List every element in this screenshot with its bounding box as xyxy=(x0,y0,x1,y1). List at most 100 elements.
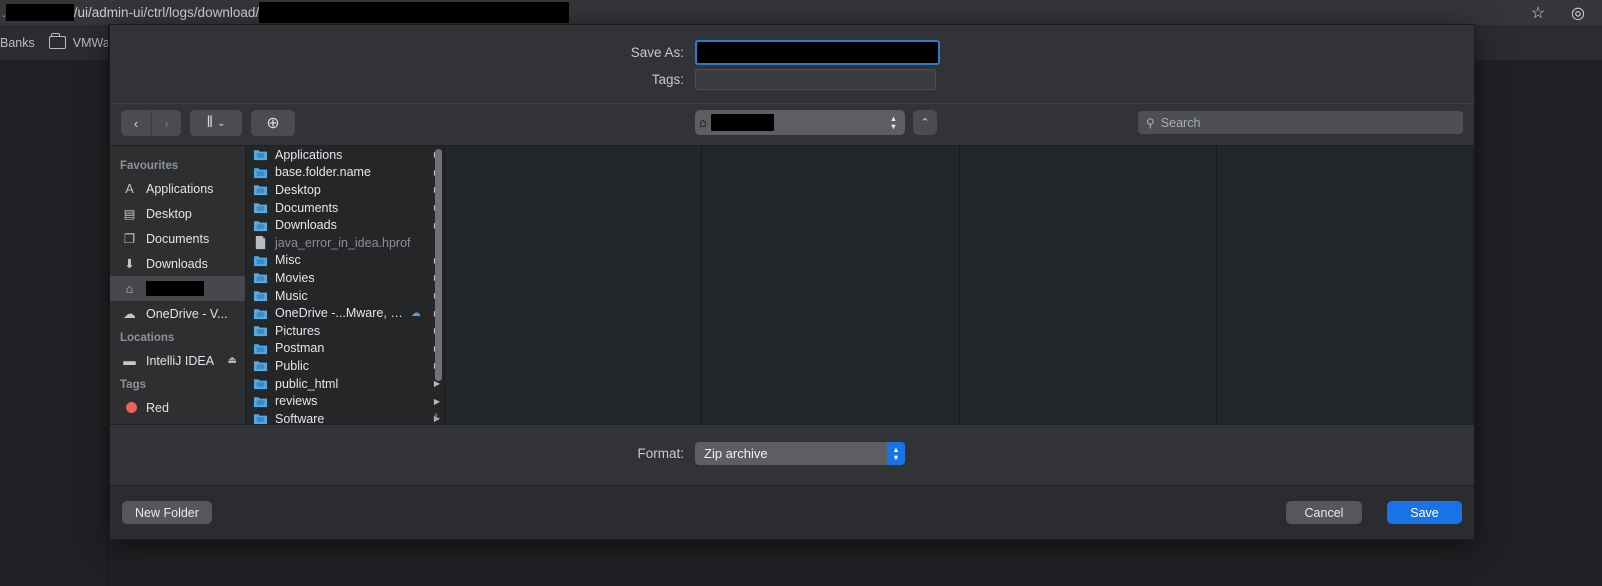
save-button[interactable]: Save xyxy=(1387,501,1462,524)
disclosure-arrow-icon[interactable]: ▶ xyxy=(434,397,440,406)
home-icon: ⌂ xyxy=(699,115,707,130)
profile-target-icon[interactable]: ◎ xyxy=(1568,3,1588,23)
sidebar-item-label: Red xyxy=(146,400,169,415)
file-list-item[interactable]: Documents▶ xyxy=(246,199,444,217)
bookmark-label: Banks xyxy=(0,35,35,50)
sidebar-item-desktop[interactable]: ▤ Desktop xyxy=(110,201,245,226)
music-folder-icon xyxy=(253,291,268,302)
file-name: reviews xyxy=(275,394,318,409)
file-list-item[interactable]: Movies▶ xyxy=(246,269,444,287)
chevron-down-icon: ⌄ xyxy=(217,117,226,129)
downloads-icon: ⬇ xyxy=(124,257,135,271)
sidebar-item-applications[interactable]: A Applications xyxy=(110,176,245,201)
save-file-dialog: Save As: Tags: ‹ › ‖ ⌄ ⊕ ⌂ ▲ ▼ ⌃ ⚲ Searc… xyxy=(109,24,1475,540)
tags-input[interactable] xyxy=(695,69,936,90)
bookmark-label: VMWa xyxy=(72,35,110,50)
file-list-item[interactable]: base.folder.name▶ xyxy=(246,164,444,182)
sidebar-item-onedrive-v[interactable]: ☁ OneDrive - V... xyxy=(110,301,245,326)
search-field[interactable]: ⚲ Search xyxy=(1138,111,1463,134)
sidebar-item-label: Downloads xyxy=(146,256,208,271)
format-selected-value: Zip archive xyxy=(704,446,768,461)
sidebar-item-documents[interactable]: ❐ Documents xyxy=(110,226,245,251)
save-as-row: Save As: xyxy=(110,40,1474,65)
save-as-input[interactable] xyxy=(695,40,940,65)
file-list-item[interactable]: java_error_in_idea.hprof xyxy=(246,234,444,252)
file-list-item[interactable]: OneDrive -...Mware, Inc☁▶ xyxy=(246,304,444,322)
file-list-item[interactable]: Desktop▶ xyxy=(246,181,444,199)
nav-segmented-control: ‹ › xyxy=(121,110,181,136)
tags-row: Tags: xyxy=(110,69,1474,90)
stepper-down-arrow: ▼ xyxy=(889,121,898,131)
format-select[interactable]: Zip archive ▲ ▼ xyxy=(695,442,905,465)
pictures-folder-icon xyxy=(253,326,268,337)
file-name: OneDrive -...Mware, Inc xyxy=(275,306,404,321)
folder-icon xyxy=(253,256,268,266)
file-list-item[interactable]: Postman▶ xyxy=(246,340,444,358)
bookmark-star-icon[interactable]: ☆ xyxy=(1528,3,1548,23)
cancel-button[interactable]: Cancel xyxy=(1286,501,1362,524)
back-button[interactable]: ‹ xyxy=(121,110,151,136)
url-redacted-tail xyxy=(259,2,570,23)
file-column-1[interactable]: Applications▶base.folder.name▶Desktop▶Do… xyxy=(246,146,445,424)
path-redacted-name xyxy=(710,114,774,131)
column-resize-grip[interactable]: ‖ xyxy=(434,413,442,422)
sidebar-item-downloads[interactable]: ⬇ Downloads xyxy=(110,251,245,276)
path-popup-button[interactable]: ⌂ ▲ ▼ xyxy=(695,110,905,135)
navigate-up-button[interactable]: ⌃ xyxy=(913,110,937,135)
file-name: Movies xyxy=(275,270,315,285)
file-name: Desktop xyxy=(275,182,321,197)
file-name: Misc xyxy=(275,253,301,268)
file-list-item[interactable]: reviews ▶ xyxy=(246,392,444,410)
file-column-3[interactable] xyxy=(702,146,960,424)
file-list-item[interactable]: Software ▶ xyxy=(246,410,444,424)
desktop-icon: ▤ xyxy=(123,207,136,221)
public-folder-icon xyxy=(253,361,268,372)
column-scrollbar[interactable] xyxy=(435,149,442,381)
folder-icon xyxy=(253,414,268,424)
sidebar-item-label: IntelliJ IDEA xyxy=(146,353,215,368)
file-list-item[interactable]: Applications▶ xyxy=(246,146,444,164)
save-as-label: Save As: xyxy=(630,45,684,60)
file-list-item[interactable]: public_html ▶ xyxy=(246,375,444,393)
sidebar-item-red[interactable]: Red xyxy=(110,395,245,420)
file-list-item[interactable]: Music▶ xyxy=(246,287,444,305)
desktop-folder-icon xyxy=(253,185,268,196)
file-list: Applications▶base.folder.name▶Desktop▶Do… xyxy=(246,146,444,424)
file-column-2[interactable] xyxy=(445,146,703,424)
url-text[interactable]: . /ui/admin-ui/ctrl/logs/download/ xyxy=(0,0,570,25)
new-folder-button[interactable]: New Folder xyxy=(122,501,212,524)
sidebar-item-home-icon[interactable]: ⌂ xyxy=(110,276,245,301)
format-label: Format: xyxy=(637,446,684,461)
sidebar: Favourites A Applications ▤ Desktop ❐ Document… xyxy=(110,146,246,424)
forward-button[interactable]: › xyxy=(151,110,181,136)
file-icon xyxy=(255,236,266,250)
file-column-4[interactable] xyxy=(959,146,1217,424)
dialog-footer: New Folder Cancel Save xyxy=(110,485,1474,539)
documents-folder-icon xyxy=(253,203,268,214)
url-path: /ui/admin-ui/ctrl/logs/download/ xyxy=(73,5,260,20)
new-folder-icon-button[interactable]: ⊕ xyxy=(251,110,295,136)
sidebar-group-title: Tags xyxy=(120,379,146,391)
path-stepper-icon: ▲ ▼ xyxy=(886,112,901,133)
file-column-5[interactable] xyxy=(1216,146,1474,424)
file-list-item[interactable]: Public▶ xyxy=(246,357,444,375)
file-list-item[interactable]: Downloads▶ xyxy=(246,216,444,234)
home-icon: ⌂ xyxy=(125,281,134,296)
bookmark-banks[interactable]: Banks xyxy=(0,36,35,50)
toolbar-left-group: ‹ › ‖ ⌄ ⊕ xyxy=(121,110,295,136)
format-stepper-icon: ▲ ▼ xyxy=(887,442,905,465)
file-list-item[interactable]: Misc▶ xyxy=(246,252,444,270)
stepper-down-arrow: ▼ xyxy=(892,452,900,462)
view-mode-button[interactable]: ‖ ⌄ xyxy=(190,110,242,136)
url-redacted-host xyxy=(5,4,74,21)
applications-folder-icon xyxy=(253,150,268,161)
eject-icon[interactable]: ⏏ xyxy=(228,355,245,366)
column-browser: Applications▶base.folder.name▶Desktop▶Do… xyxy=(246,146,1474,424)
browser-url-bar[interactable]: . /ui/admin-ui/ctrl/logs/download/ ☆ ◎ xyxy=(0,0,1602,25)
dialog-toolbar: ‹ › ‖ ⌄ ⊕ ⌂ ▲ ▼ ⌃ ⚲ Search xyxy=(110,103,1474,145)
sidebar-item-label: Applications xyxy=(146,181,214,196)
bookmark-vmware-folder[interactable]: VMWa xyxy=(48,33,110,50)
folder-icon xyxy=(48,33,66,49)
sidebar-item-intellij-idea[interactable]: ▬ IntelliJ IDEA ⏏ xyxy=(110,348,245,373)
file-list-item[interactable]: Pictures▶ xyxy=(246,322,444,340)
